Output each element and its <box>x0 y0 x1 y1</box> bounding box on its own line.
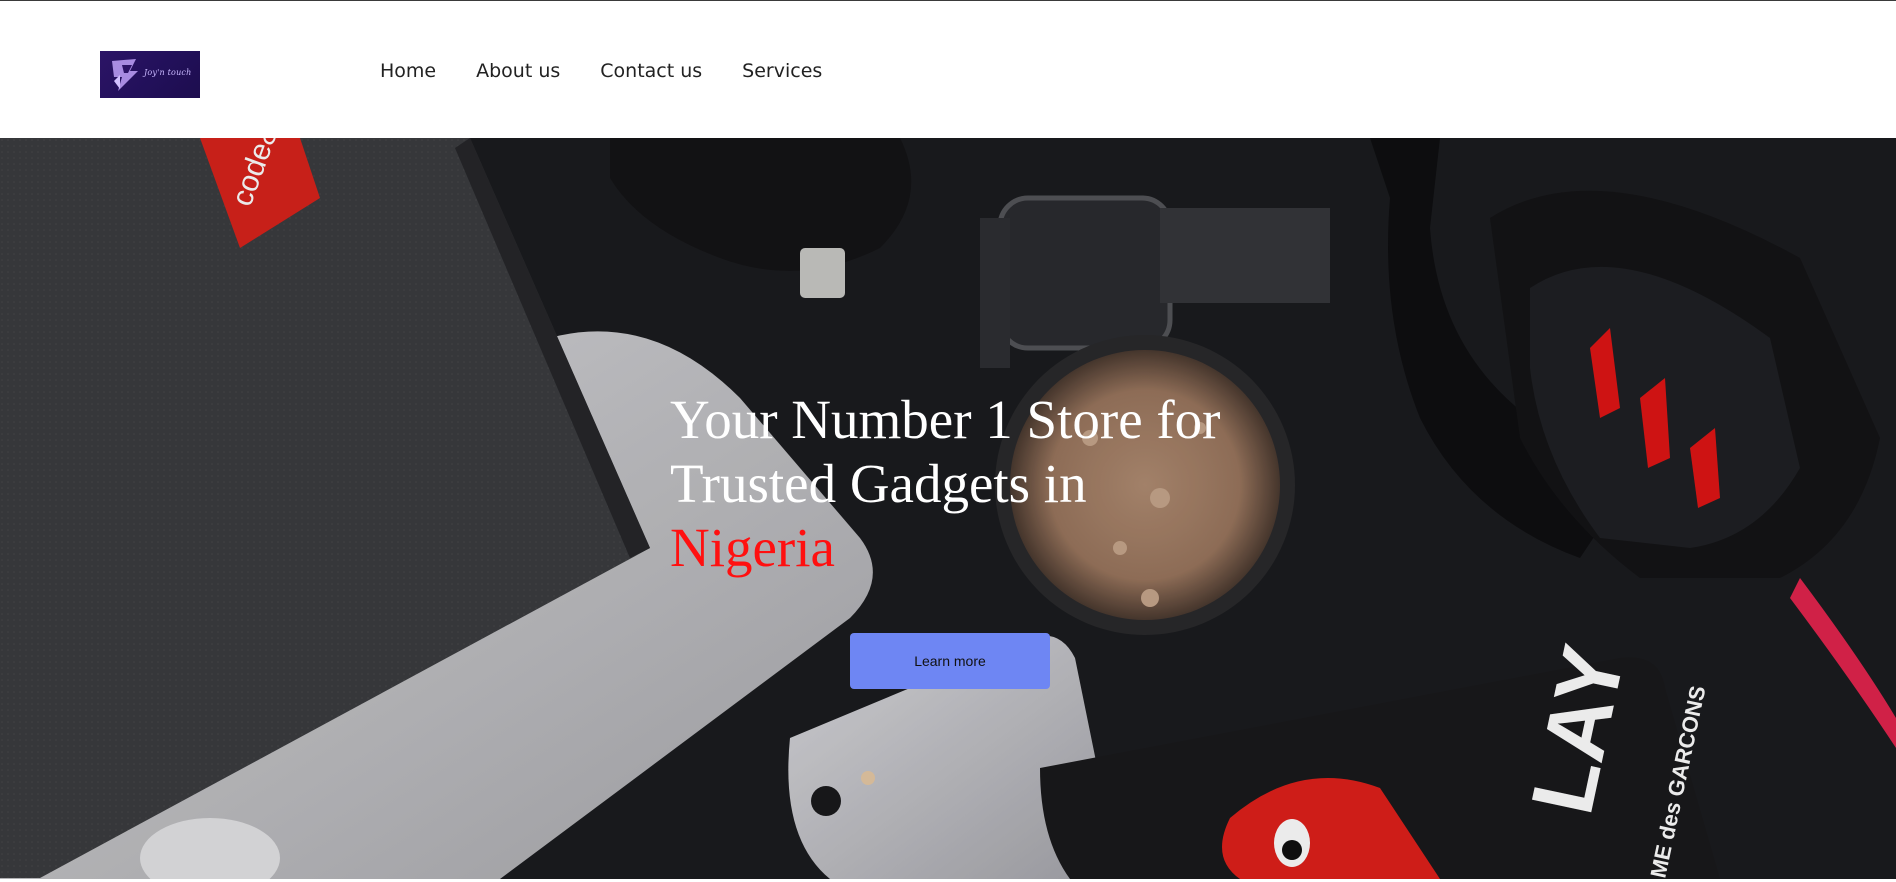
hero-title: Your Number 1 Store for Trusted Gadgets … <box>670 388 1290 580</box>
learn-more-button[interactable]: Learn more <box>850 633 1050 689</box>
hero-section: code& LAY ME des GARCONS Your Number 1 S… <box>0 138 1896 879</box>
nav-services[interactable]: Services <box>742 60 822 83</box>
nav-home[interactable]: Home <box>380 60 436 83</box>
logo-text: Joy'n touch <box>144 68 192 77</box>
nav-about-us[interactable]: About us <box>476 60 560 83</box>
brand-logo[interactable]: Joy'n touch <box>100 51 200 98</box>
hero-title-accent: Nigeria <box>670 517 835 578</box>
hero-title-line: Your Number 1 Store for Trusted Gadgets … <box>670 389 1221 514</box>
main-nav: Home About us Contact us Services <box>380 60 862 83</box>
nav-contact-us[interactable]: Contact us <box>600 60 702 83</box>
site-header: Joy'n touch Home About us Contact us Ser… <box>0 1 1896 138</box>
